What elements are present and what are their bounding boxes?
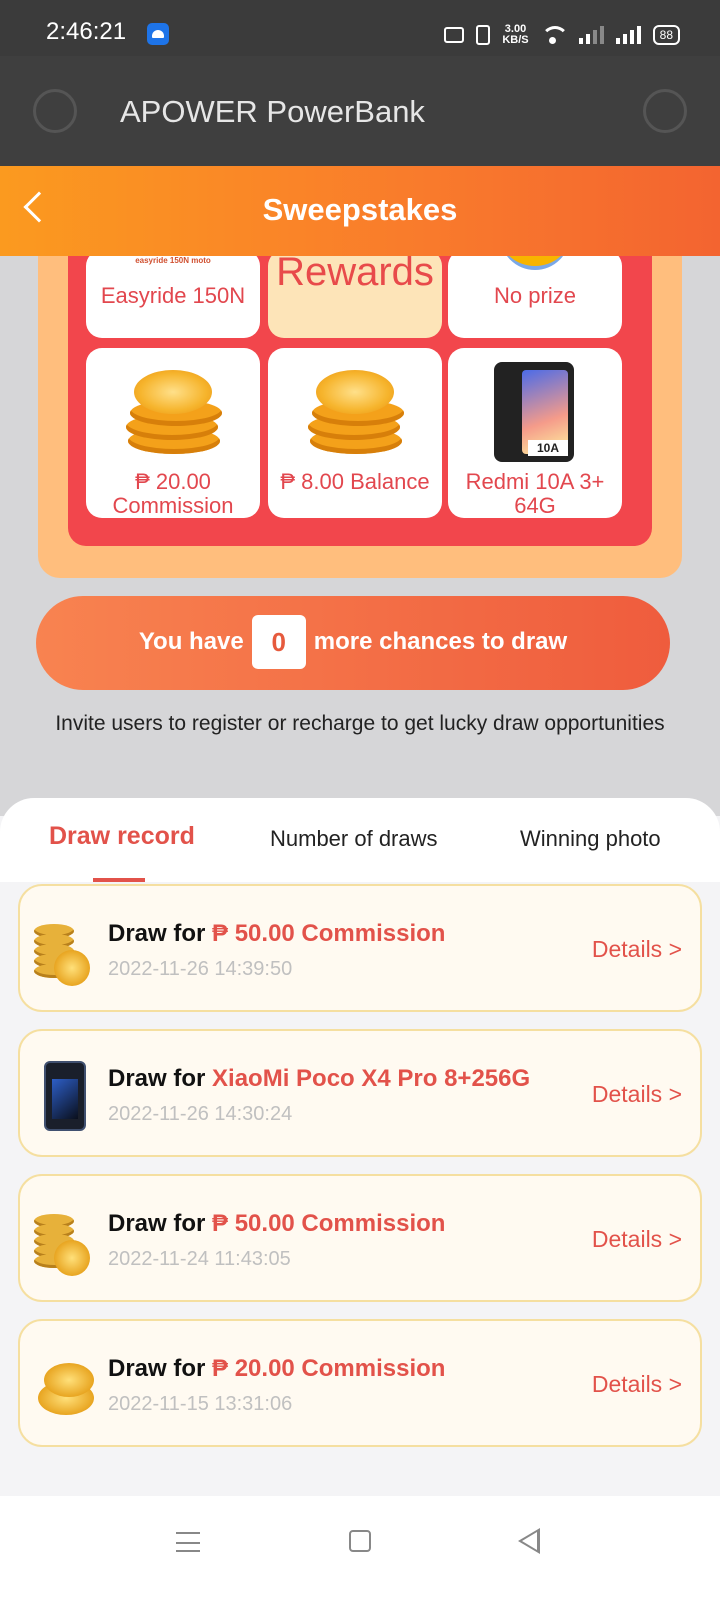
tab-winning-photo[interactable]: Winning photo (520, 826, 661, 852)
record-title: Draw for ₱ 50.00 Commission (108, 1210, 446, 1237)
record-title: Draw for ₱ 20.00 Commission (108, 1355, 446, 1382)
details-link[interactable]: Details > (592, 1226, 682, 1253)
details-link[interactable]: Details > (592, 1371, 682, 1398)
prize-label: Easyride 150N (100, 283, 246, 308)
draw-chances-bar[interactable]: You have 0 more chances to draw (36, 596, 670, 690)
draw-prefix: You have (138, 628, 244, 655)
prize-grid: easyride 150N moto Easyride 150N Rewards… (68, 250, 652, 546)
prize-cell-no-prize: No prize (448, 250, 622, 338)
draw-suffix: more chances to draw (313, 628, 568, 655)
list-item: Draw for ₱ 50.00 Commission 2022-11-24 1… (18, 1174, 702, 1302)
prize-label: No prize (494, 283, 576, 308)
signal-icon (578, 26, 604, 44)
list-item: Draw for ₱ 50.00 Commission 2022-11-26 1… (18, 884, 702, 1012)
list-item: Draw for ₱ 20.00 Commission 2022-11-15 1… (18, 1319, 702, 1447)
record-time: 2022-11-15 13:31:06 (108, 1393, 293, 1415)
prize-label: Redmi 10A 3+ 64G (465, 469, 605, 518)
record-time: 2022-11-26 14:30:24 (108, 1103, 293, 1125)
prize-grid-frame: easyride 150N moto Easyride 150N Rewards… (38, 250, 682, 578)
coin-stack-icon (34, 916, 96, 986)
signal-icon (615, 26, 641, 44)
list-item: Draw for XiaoMi Poco X4 Pro 8+256G 2022-… (18, 1029, 702, 1157)
rewards-label: Rewards (276, 250, 434, 294)
page-header: Sweepstakes (0, 166, 720, 256)
prize-label: ₱ 8.00 Balance (280, 469, 430, 494)
network-speed: 3.00 KB/S (502, 23, 529, 46)
coins-icon (124, 366, 224, 466)
cast-icon (444, 27, 465, 43)
vibrate-icon (476, 25, 491, 45)
coins-icon (306, 366, 406, 466)
back-triangle-icon[interactable] (518, 1528, 540, 1554)
chance-count: 0 (251, 615, 306, 669)
details-link[interactable]: Details > (592, 1081, 682, 1108)
prize-label: ₱ 20.00 Commission (112, 469, 234, 518)
phone-icon (34, 1061, 96, 1131)
status-bar: 2:46:21 3.00 KB/S 88 (0, 0, 720, 56)
phone-icon: 10A (494, 362, 574, 462)
coin-pile-icon (34, 1351, 96, 1421)
record-time: 2022-11-24 11:43:05 (108, 1248, 291, 1270)
rewards-center-button[interactable]: Rewards (268, 250, 442, 338)
record-title: Draw for ₱ 50.00 Commission (108, 920, 446, 947)
status-icons: 3.00 KB/S 88 (444, 20, 680, 50)
home-icon[interactable] (349, 1530, 371, 1552)
record-tabs: Draw record Number of draws Winning phot… (0, 798, 720, 882)
wifi-icon (540, 26, 569, 44)
record-time: 2022-11-26 14:39:50 (108, 958, 293, 980)
phone-badge: 10A (528, 440, 568, 456)
prize-caption: easyride 150N moto (135, 256, 211, 265)
coin-stack-icon (34, 1206, 96, 1276)
battery-icon: 88 (652, 25, 680, 45)
app-bar: APOWER PowerBank (0, 56, 720, 166)
prize-cell-commission: ₱ 20.00 Commission (86, 348, 260, 518)
prize-cell-balance: ₱ 8.00 Balance (268, 348, 442, 518)
status-time: 2:46:21 (46, 18, 127, 45)
menu-circle-icon[interactable] (643, 89, 687, 133)
active-tab-indicator (93, 878, 145, 882)
back-icon[interactable] (33, 89, 77, 133)
android-app-icon (147, 23, 169, 45)
menu-icon[interactable] (176, 1532, 200, 1552)
invite-text: Invite users to register or recharge to … (55, 712, 665, 735)
tab-number-of-draws[interactable]: Number of draws (270, 826, 438, 852)
page-title: Sweepstakes (262, 192, 458, 227)
record-title: Draw for XiaoMi Poco X4 Pro 8+256G (108, 1065, 531, 1092)
prize-cell-redmi: 10A Redmi 10A 3+ 64G (448, 348, 622, 518)
system-nav-bar (0, 1496, 720, 1600)
sweepstakes-area: easyride 150N moto Easyride 150N Rewards… (0, 250, 720, 816)
app-title: APOWER PowerBank (120, 94, 425, 129)
tab-draw-record[interactable]: Draw record (49, 822, 195, 851)
prize-cell-easyride: easyride 150N moto Easyride 150N (86, 250, 260, 338)
details-link[interactable]: Details > (592, 936, 682, 963)
